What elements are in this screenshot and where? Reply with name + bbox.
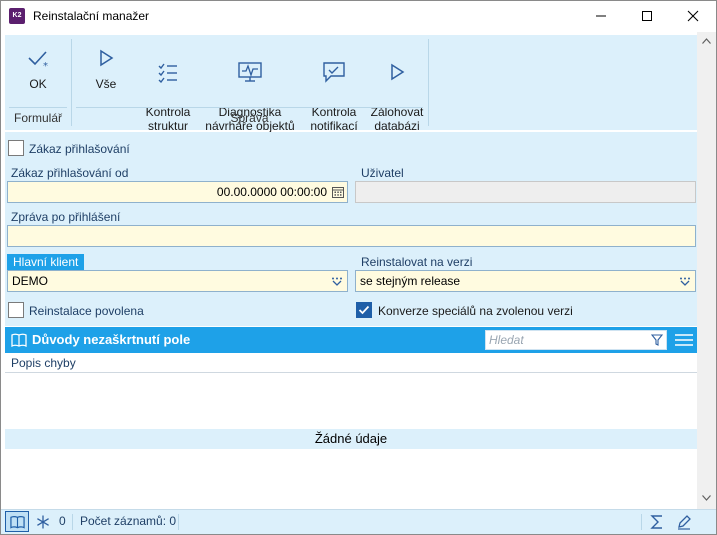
menu-icon[interactable] [675, 333, 693, 347]
sum-icon[interactable] [650, 514, 664, 530]
ribbon-group-label: Formulář [13, 111, 62, 125]
ribbon-group-manage: Vše Kontrola struktur Diagnostika návrhá… [72, 37, 427, 133]
login-ban-from-field[interactable]: 00.00.0000 00:00:00 [7, 181, 348, 203]
record-count: Počet záznamů: 0 [80, 514, 177, 528]
book-view-button[interactable] [5, 511, 29, 532]
edit-pencil-icon[interactable] [676, 514, 692, 530]
app-logo-icon: K2 [9, 8, 25, 24]
login-ban-label: Zákaz přihlašování [29, 142, 130, 156]
user-field [355, 181, 696, 203]
window-title: Reinstalační manažer [33, 9, 150, 23]
checkmark-icon [358, 305, 370, 315]
checkmark-star-icon: * [28, 51, 48, 70]
ribbon-separator [428, 39, 429, 126]
chevron-down-icon[interactable] [331, 277, 343, 286]
play-icon [100, 49, 114, 67]
checklist-icon [158, 63, 177, 83]
form-panel: Zákaz přihlašování Zákaz přihlašování od… [5, 132, 697, 326]
ribbon-divider [76, 107, 423, 108]
column-header[interactable]: Popis chyby [5, 353, 697, 373]
status-bar: 0 Počet záznamů: 0 [1, 509, 716, 534]
main-client-label: Hlavní klient [7, 254, 85, 270]
empty-message: Žádné údaje [5, 429, 697, 449]
scroll-up-icon[interactable] [702, 38, 711, 44]
filter-icon[interactable] [651, 334, 663, 346]
close-button[interactable] [670, 1, 716, 31]
svg-text:*: * [43, 61, 48, 70]
message-label: Zpráva po přihlášení [11, 210, 121, 224]
scroll-down-icon[interactable] [702, 495, 711, 501]
book-icon [11, 333, 27, 348]
window: K2 Reinstalační manažer * OK Formulář Vš… [0, 0, 717, 535]
monitor-pulse-icon [238, 62, 262, 82]
reinstall-version-field[interactable]: se stejným release [355, 270, 696, 292]
chevron-down-icon[interactable] [679, 277, 691, 286]
login-ban-from-label: Zákaz přihlašování od [11, 166, 129, 180]
close-icon [687, 10, 699, 22]
minimize-button[interactable] [578, 1, 624, 31]
grid-title: Důvody nezaškrtnutí pole [32, 332, 191, 347]
search-input[interactable]: Hledat [485, 330, 667, 350]
ribbon-divider [9, 107, 67, 108]
play-icon [391, 63, 405, 81]
convert-specials-label: Konverze speciálů na zvolenou verzi [378, 304, 573, 318]
calendar-icon[interactable] [332, 186, 344, 198]
maximize-icon [642, 11, 652, 21]
ribbon-group-form: * OK Formulář [5, 37, 71, 128]
book-icon [10, 516, 25, 529]
message-field[interactable] [7, 225, 696, 247]
grid: Popis chyby Žádné údaje [5, 353, 697, 509]
reinstall-version-label: Reinstalovat na verzi [361, 255, 473, 269]
minimize-icon [596, 15, 606, 17]
title-bar: K2 Reinstalační manažer [1, 1, 716, 31]
grid-toolbar: Důvody nezaškrtnutí pole Hledat [5, 327, 697, 353]
ok-button[interactable]: * OK [9, 43, 67, 91]
vertical-scrollbar[interactable] [697, 32, 716, 509]
status-separator [72, 514, 73, 530]
snowflake-icon[interactable] [36, 515, 50, 529]
convert-specials-checkbox[interactable] [356, 302, 372, 318]
status-separator [178, 514, 179, 530]
all-button[interactable]: Vše [82, 43, 130, 91]
ribbon-group-label: Správa [230, 111, 269, 125]
status-separator [641, 514, 642, 530]
message-check-icon [323, 62, 345, 83]
reinstall-allowed-label: Reinstalace povolena [29, 304, 144, 318]
ribbon: * OK Formulář Vše Kontrola struktur Diag… [5, 35, 697, 133]
snowflake-count: 0 [59, 514, 66, 528]
login-ban-checkbox[interactable] [8, 140, 24, 156]
reinstall-allowed-checkbox[interactable] [8, 302, 24, 318]
maximize-button[interactable] [624, 1, 670, 31]
main-client-field[interactable]: DEMO [7, 270, 348, 292]
user-label: Uživatel [361, 166, 404, 180]
